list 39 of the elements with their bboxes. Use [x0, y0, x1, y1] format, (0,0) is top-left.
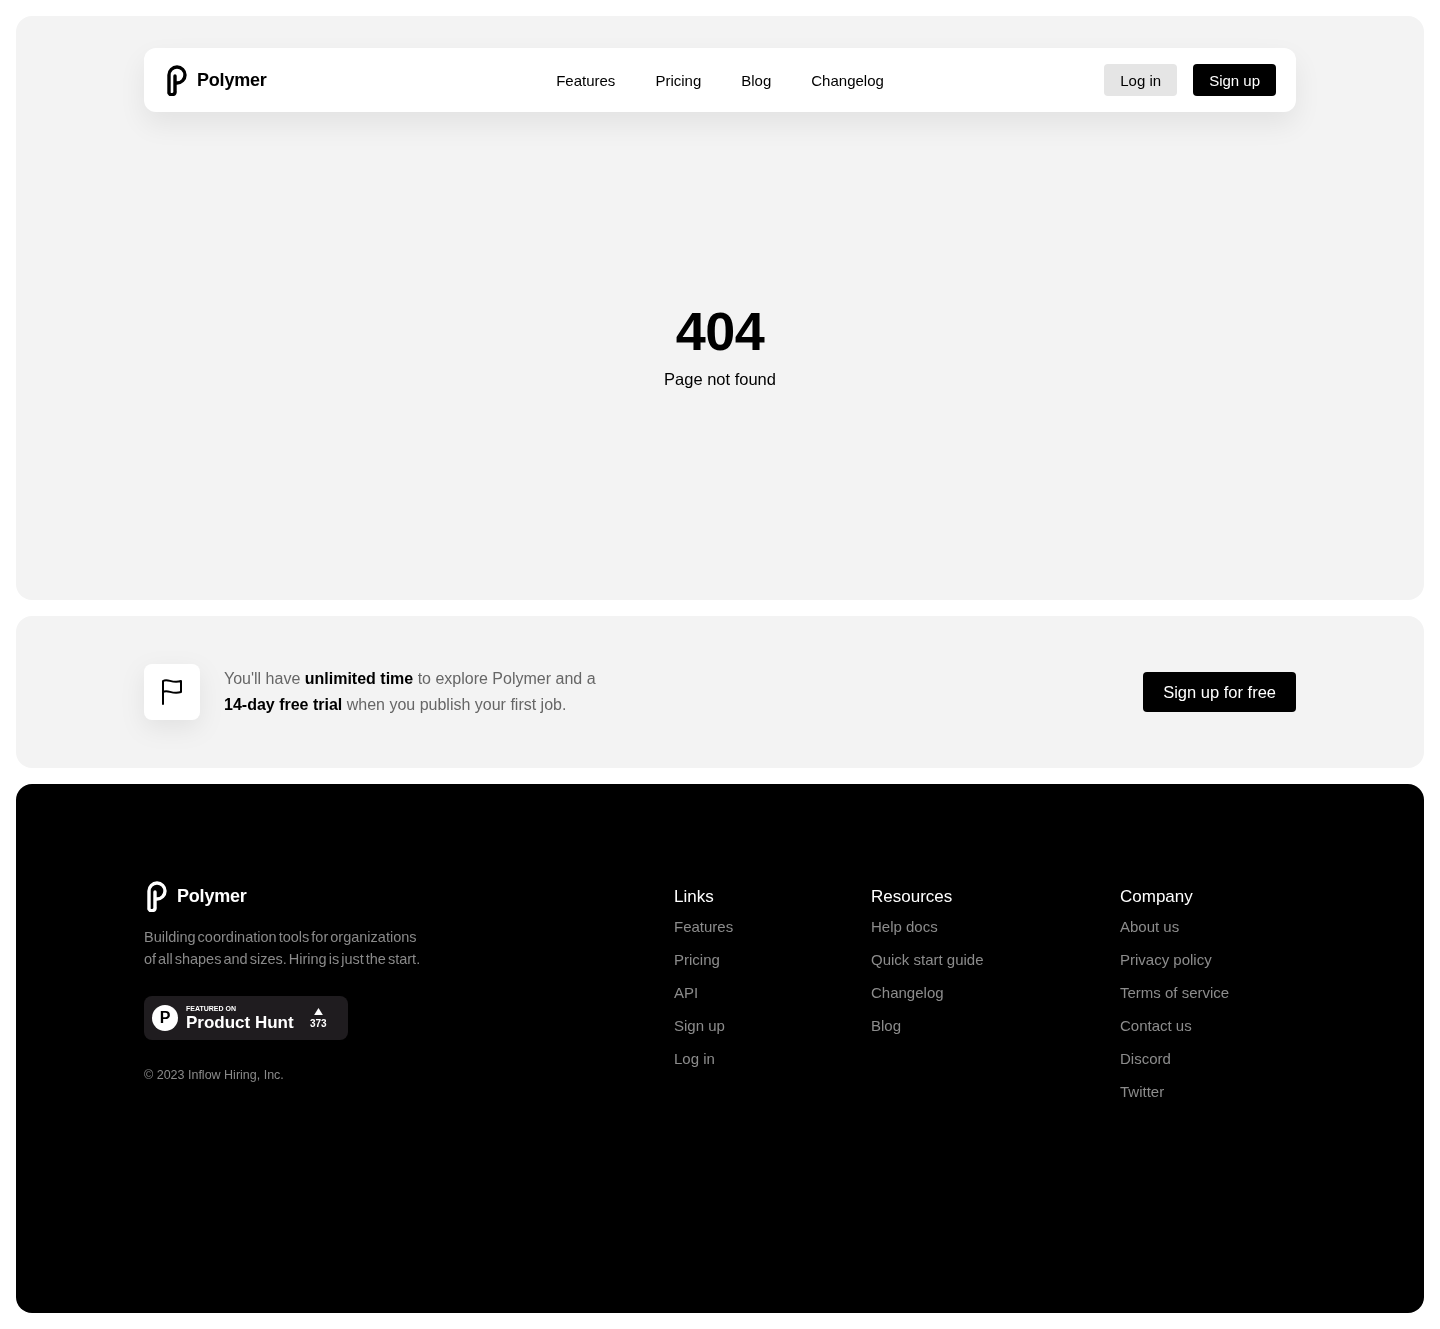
- logo-wordmark[interactable]: Polymer: [197, 69, 267, 91]
- product-hunt-logo: P: [152, 1005, 178, 1031]
- nav-link[interactable]: Changelog: [811, 71, 884, 89]
- error-code: 404: [675, 303, 765, 358]
- footer-link[interactable]: Features: [674, 917, 734, 937]
- footer-link[interactable]: Twitter: [1120, 1082, 1165, 1102]
- footer-link[interactable]: Changelog: [871, 983, 944, 1003]
- footer-link[interactable]: Terms of service: [1120, 983, 1230, 1003]
- footer-link[interactable]: Help docs: [871, 917, 938, 937]
- badge-title: Product Hunt: [186, 1013, 295, 1032]
- error-message: Page not found: [664, 369, 776, 389]
- nav-link[interactable]: Features: [556, 71, 616, 89]
- trial-message: You'll have unlimited time to explore Polymer and a 14-day free trial when you publish your first job.: [224, 669, 597, 715]
- logo-icon[interactable]: [164, 64, 188, 96]
- footer-link[interactable]: Blog: [871, 1016, 902, 1036]
- footer-link[interactable]: Quick start guide: [871, 950, 984, 970]
- company-description: Building coordination tools for organizations of all shapes and sizes. Hiring is just the start.: [144, 928, 422, 969]
- sign-up-free-button[interactable]: Sign up for free: [1143, 672, 1296, 712]
- footer-link[interactable]: Privacy policy: [1120, 950, 1212, 970]
- footer-link[interactable]: About us: [1120, 917, 1180, 937]
- column-heading: Company: [1120, 887, 1193, 907]
- footer-link[interactable]: Log in: [674, 1049, 715, 1069]
- footer-link[interactable]: API: [674, 983, 699, 1003]
- sign-up-button[interactable]: Sign up: [1193, 64, 1276, 96]
- logo-icon[interactable]: [144, 880, 168, 912]
- nav-link[interactable]: Pricing: [655, 71, 702, 89]
- nav-link[interactable]: Blog: [741, 71, 772, 89]
- upvote-count: 373: [310, 1017, 327, 1029]
- column-heading: Links: [674, 887, 714, 907]
- footer-link[interactable]: Contact us: [1120, 1016, 1192, 1036]
- logo-wordmark[interactable]: Polymer: [177, 885, 247, 907]
- copyright-text: © 2023 Inflow Hiring, Inc.: [144, 1068, 284, 1082]
- flag-icon: [144, 664, 200, 720]
- log-in-button[interactable]: Log in: [1104, 64, 1178, 96]
- footer-link[interactable]: Pricing: [674, 950, 720, 970]
- footer-link[interactable]: Discord: [1120, 1049, 1171, 1069]
- upvote-triangle-icon: [313, 1007, 323, 1015]
- footer-link[interactable]: Sign up: [674, 1016, 725, 1036]
- column-heading: Resources: [871, 887, 953, 907]
